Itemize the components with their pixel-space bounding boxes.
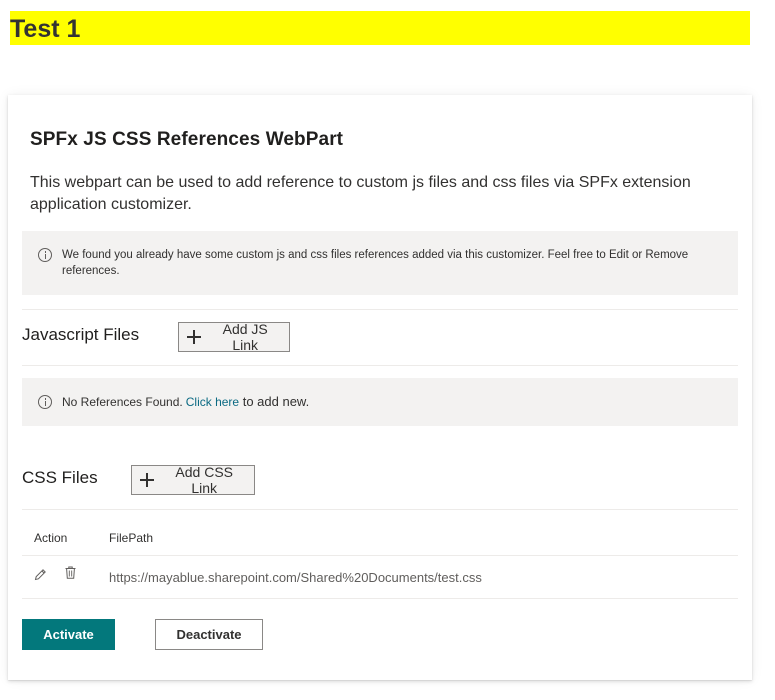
webpart-card: SPFx JS CSS References WebPart This webp… [8,95,752,680]
add-css-link-button[interactable]: Add CSS Link [131,464,255,496]
table-row-divider [22,598,738,599]
column-header-action: Action [34,531,68,545]
no-js-references-message: No References Found. Click here to add n… [22,378,738,426]
delete-icon[interactable] [65,566,76,579]
js-files-label: Javascript Files [22,325,140,344]
css-files-label: CSS Files [22,468,98,487]
divider [22,509,738,510]
plus-icon [140,473,155,487]
edit-icon[interactable] [34,568,47,581]
webpart-title: SPFx JS CSS References WebPart [30,129,344,150]
plus-icon [187,330,202,344]
page-title: Test 1 [10,11,750,45]
add-new-js-link[interactable]: Click here [186,394,239,410]
column-header-filepath: FilePath [109,531,154,545]
add-js-link-button[interactable]: Add JS Link [178,321,290,353]
divider [22,309,738,310]
existing-references-message: We found you already have some custom js… [22,231,738,295]
add-css-link-label: Add CSS Link [175,464,233,496]
activate-button[interactable]: Activate [22,619,115,650]
info-icon [38,248,52,262]
divider [22,365,738,366]
existing-references-text: We found you already have some custom js… [62,249,689,277]
add-new-suffix: to add new. [239,394,310,409]
add-js-link-label: Add JS Link [222,321,268,353]
css-filepath: https://mayablue.sharepoint.com/Shared%2… [109,570,482,585]
no-references-text: No References Found. [62,395,183,409]
table-header-divider [22,555,738,556]
webpart-description: This webpart can be used to add referenc… [30,174,691,213]
info-icon [38,395,52,409]
deactivate-button[interactable]: Deactivate [155,619,263,650]
